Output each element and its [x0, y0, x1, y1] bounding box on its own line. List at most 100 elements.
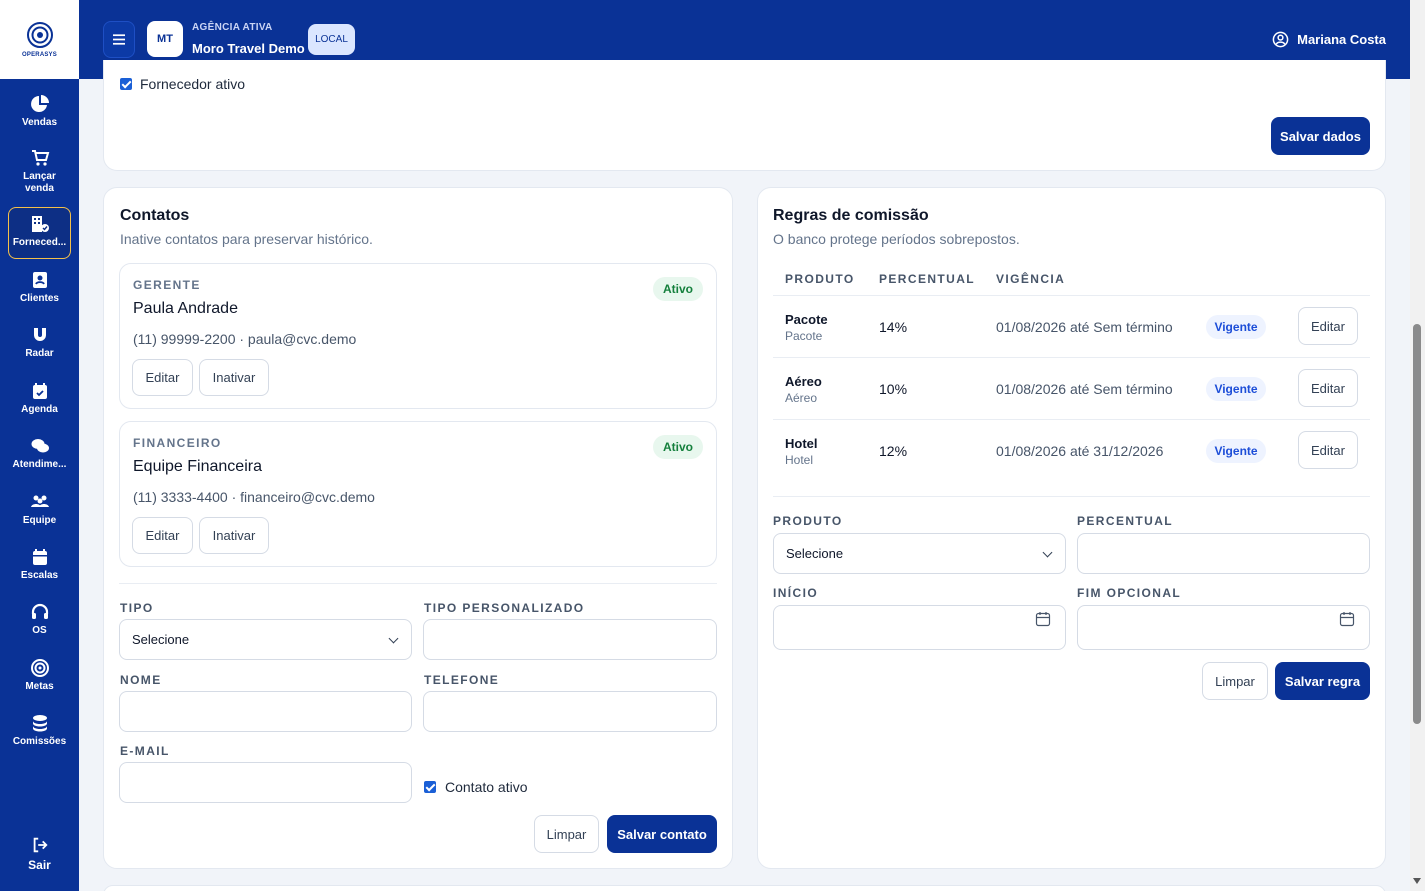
status-badge: Ativo [653, 277, 703, 301]
supplier-card [103, 60, 1386, 171]
contact-active-checkbox[interactable] [424, 781, 436, 793]
hamburger-icon [113, 34, 125, 45]
email-label: E-MAIL [120, 744, 170, 758]
percent-input[interactable] [1077, 533, 1370, 574]
clear-rule-button[interactable]: Limpar [1202, 662, 1268, 700]
divider [773, 496, 1370, 497]
edit-rule-button[interactable]: Editar [1298, 307, 1358, 345]
supplier-active-label: Fornecedor ativo [140, 76, 246, 92]
contact-active-toggle[interactable]: Contato ativo [424, 779, 528, 795]
row-divider [773, 357, 1370, 358]
column-header-produto: PRODUTO [785, 272, 855, 286]
sidebar-item-label: Vendas [21, 117, 58, 128]
scroll-down-icon[interactable] [1413, 878, 1421, 884]
headset-icon [31, 603, 48, 619]
logo-icon [26, 22, 53, 48]
type-select[interactable]: Selecione [119, 619, 412, 660]
scrollbar-thumb[interactable] [1413, 324, 1421, 724]
sidebar-item-lancar-venda[interactable]: Lançar venda [8, 148, 71, 195]
supplier-active-toggle[interactable]: Fornecedor ativo [120, 76, 245, 92]
sidebar: OPERASYS Vendas Lançar venda Forneced...… [0, 0, 79, 891]
row-period: 01/08/2026 até Sem término [996, 319, 1173, 335]
sidebar-item-label: Equipe [22, 515, 57, 526]
row-percent: 12% [879, 443, 908, 459]
contact-card-icon [32, 272, 47, 288]
clear-contact-button[interactable]: Limpar [534, 815, 599, 853]
agency-avatar[interactable]: MT [147, 21, 183, 57]
user-name: Mariana Costa [1297, 32, 1386, 47]
sidebar-item-comissoes[interactable]: Comissões [8, 713, 71, 748]
sidebar-item-os[interactable]: OS [8, 602, 71, 637]
edit-rule-button[interactable]: Editar [1298, 431, 1358, 469]
contact-info: (11) 3333-4400 · financeiro@cvc.demo [133, 489, 375, 505]
start-date-input[interactable] [773, 605, 1066, 650]
sidebar-item-label: Comissões [12, 736, 67, 747]
app-logo[interactable]: OPERASYS [0, 0, 79, 79]
status-badge: Ativo [653, 435, 703, 459]
logout-label: Sair [28, 858, 51, 872]
row-product-sub: Hotel [785, 453, 814, 467]
sidebar-item-equipe[interactable]: Equipe [8, 492, 71, 527]
deactivate-contact-button[interactable]: Inativar [199, 517, 269, 554]
menu-button[interactable] [103, 21, 135, 58]
save-supplier-button[interactable]: Salvar dados [1271, 117, 1370, 155]
contact-item: GERENTE Ativo Paula Andrade (11) 99999-2… [119, 263, 717, 409]
row-period: 01/08/2026 até Sem término [996, 381, 1173, 397]
divider [119, 583, 717, 584]
target-icon [30, 659, 49, 677]
row-period: 01/08/2026 até 31/12/2026 [996, 443, 1164, 459]
agency-name[interactable]: Moro Travel Demo [192, 41, 305, 56]
calendar-icon[interactable] [1035, 611, 1051, 627]
row-product: Hotel [785, 436, 818, 451]
email-input[interactable] [119, 762, 412, 803]
status-badge: Vigente [1206, 315, 1266, 339]
row-product-sub: Aéreo [785, 391, 818, 405]
sidebar-item-clientes[interactable]: Clientes [8, 270, 71, 305]
custom-type-label: TIPO PERSONALIZADO [424, 601, 585, 615]
edit-contact-button[interactable]: Editar [132, 359, 193, 396]
commission-subtitle: O banco protege períodos sobrepostos. [773, 231, 1020, 247]
contact-name: Paula Andrade [133, 300, 238, 317]
save-rule-button[interactable]: Salvar regra [1275, 662, 1370, 700]
sidebar-item-label: Escalas [20, 570, 59, 581]
sidebar-item-fornecedores[interactable]: Forneced... [8, 207, 71, 259]
name-input[interactable] [119, 691, 412, 732]
percent-label: PERCENTUAL [1077, 514, 1174, 528]
cart-icon [31, 150, 49, 166]
sidebar-item-label: Atendime... [12, 459, 67, 470]
calendar-check-icon [32, 383, 47, 399]
sidebar-item-escalas[interactable]: Escalas [8, 547, 71, 582]
calendar-icon[interactable] [1339, 611, 1355, 627]
sidebar-item-vendas[interactable]: Vendas [8, 94, 71, 129]
product-label: PRODUTO [773, 514, 843, 528]
logout-button[interactable]: Sair [0, 836, 79, 872]
phone-label: TELEFONE [424, 673, 500, 687]
column-header-vigencia: VIGÊNCIA [996, 272, 1066, 286]
end-date-input[interactable] [1077, 605, 1370, 650]
sidebar-item-metas[interactable]: Metas [8, 658, 71, 693]
name-label: NOME [120, 673, 162, 687]
coins-icon [32, 715, 47, 732]
custom-type-input[interactable] [423, 619, 717, 660]
users-icon [30, 495, 49, 507]
edit-contact-button[interactable]: Editar [132, 517, 193, 554]
phone-input[interactable] [423, 691, 717, 732]
user-menu[interactable]: Mariana Costa [1272, 31, 1386, 48]
sidebar-item-radar[interactable]: Radar [8, 325, 71, 360]
chevron-down-icon [388, 633, 399, 644]
type-select-value: Selecione [132, 632, 190, 647]
sidebar-item-label: Agenda [21, 404, 58, 415]
row-product-sub: Pacote [785, 329, 823, 343]
user-circle-icon [1272, 31, 1289, 48]
edit-rule-button[interactable]: Editar [1298, 369, 1358, 407]
deactivate-contact-button[interactable]: Inativar [199, 359, 269, 396]
sidebar-item-atendimento[interactable]: Atendime... [8, 436, 71, 471]
sidebar-item-label: Clientes [20, 293, 59, 304]
product-select[interactable]: Selecione [773, 533, 1066, 574]
supplier-active-checkbox[interactable] [120, 78, 132, 90]
sidebar-item-agenda[interactable]: Agenda [8, 381, 71, 416]
row-product: Pacote [785, 312, 828, 327]
calendar-icon [32, 549, 47, 565]
save-contact-button[interactable]: Salvar contato [607, 815, 717, 853]
sidebar-item-label: Radar [25, 348, 54, 359]
